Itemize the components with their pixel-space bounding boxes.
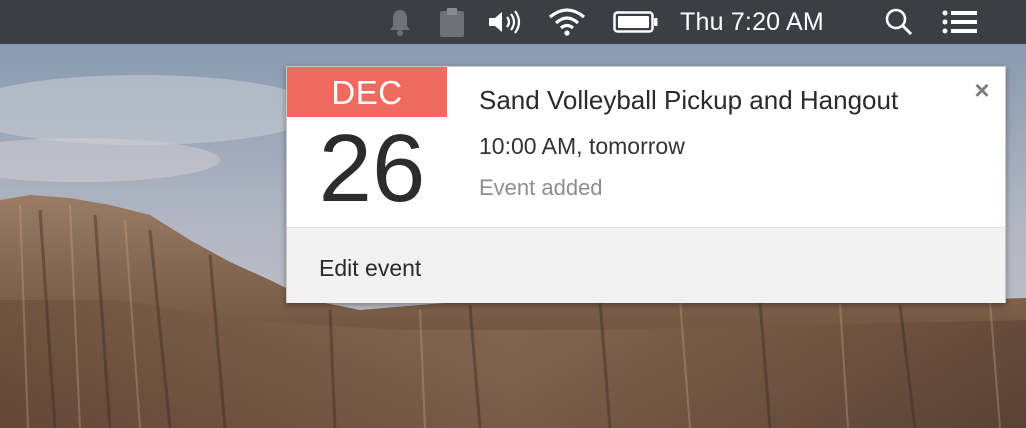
calendar-notification[interactable]: DEC 26 Sand Volleyball Pickup and Hangou… xyxy=(286,66,1006,303)
event-title: Sand Volleyball Pickup and Hangout xyxy=(479,85,899,115)
close-icon[interactable]: × xyxy=(971,77,993,103)
event-time: 10:00 AM, tomorrow xyxy=(479,133,685,159)
calendar-date-icon: DEC 26 xyxy=(287,67,447,227)
volume-icon[interactable] xyxy=(487,0,523,44)
notification-center-icon[interactable] xyxy=(940,0,980,44)
battery-icon[interactable] xyxy=(612,0,660,44)
menubar-clock[interactable]: Thu 7:20 AM xyxy=(680,0,824,44)
calendar-month: DEC xyxy=(287,67,447,117)
wifi-icon[interactable] xyxy=(547,0,587,44)
notification-actions: Edit event xyxy=(287,227,1005,303)
notification-bell-icon[interactable] xyxy=(385,0,415,44)
clipboard-icon[interactable] xyxy=(437,0,467,44)
calendar-day: 26 xyxy=(318,115,426,222)
edit-event-button[interactable]: Edit event xyxy=(319,255,421,282)
event-status: Event added xyxy=(479,175,603,200)
menu-bar: Thu 7:20 AM xyxy=(0,0,1026,44)
spotlight-search-icon[interactable] xyxy=(883,0,915,44)
